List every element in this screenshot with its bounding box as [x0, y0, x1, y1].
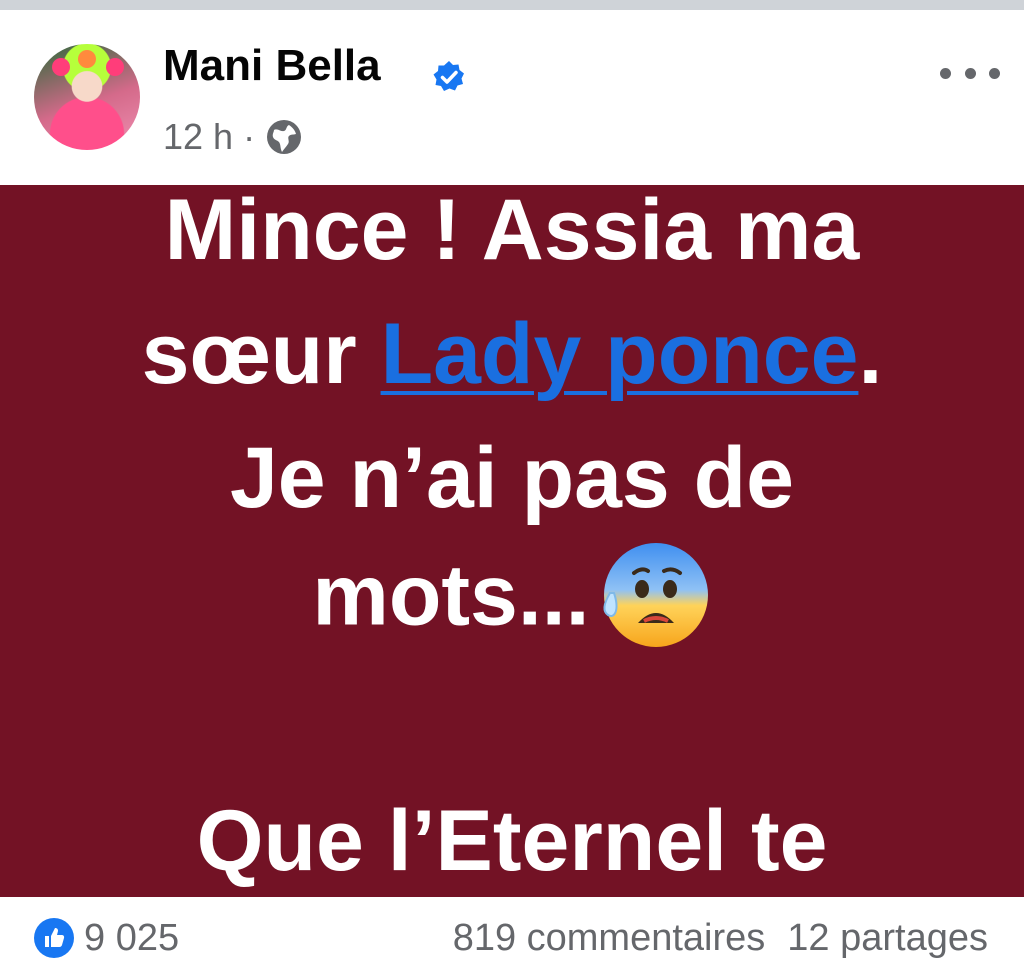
- author-avatar[interactable]: [34, 44, 140, 150]
- engagement-stats: 819 commentaires 12 partages: [453, 912, 988, 964]
- post-time[interactable]: 12 h: [163, 116, 233, 158]
- anxious-face-with-sweat-emoji: [602, 543, 708, 647]
- post-line-2-suffix: .: [858, 306, 883, 402]
- meta-separator: ·: [243, 116, 256, 157]
- comments-count[interactable]: 819 commentaires: [453, 917, 766, 959]
- mention-link[interactable]: Lady ponce: [381, 306, 859, 402]
- globe-icon: [267, 120, 302, 154]
- more-options-icon[interactable]: [940, 58, 1000, 88]
- post-line-5: Que l’Eternel te: [196, 793, 828, 889]
- verified-badge-icon: [433, 61, 464, 91]
- post-header: Mani Bella 12 h ·: [0, 10, 1024, 185]
- top-divider: [0, 0, 1024, 10]
- post-line-4: mots...: [0, 543, 1024, 661]
- post-line-2-prefix: sœur: [141, 306, 381, 402]
- post-line-3: Je n’ai pas de: [229, 430, 795, 526]
- like-count[interactable]: 9 025: [84, 912, 179, 964]
- post-text-background: Mince ! Assia ma sœur Lady ponce. Je n’a…: [0, 185, 1024, 897]
- post-meta: 12 h ·: [163, 112, 303, 162]
- post-line-4-text: mots...: [312, 547, 590, 644]
- shares-count[interactable]: 12 partages: [787, 917, 988, 959]
- post-line-1: Mince ! Assia ma: [164, 185, 860, 278]
- post-line-2: sœur Lady ponce.: [0, 304, 1024, 404]
- like-reaction-icon[interactable]: [32, 916, 76, 960]
- author-name[interactable]: Mani Bella: [163, 40, 381, 92]
